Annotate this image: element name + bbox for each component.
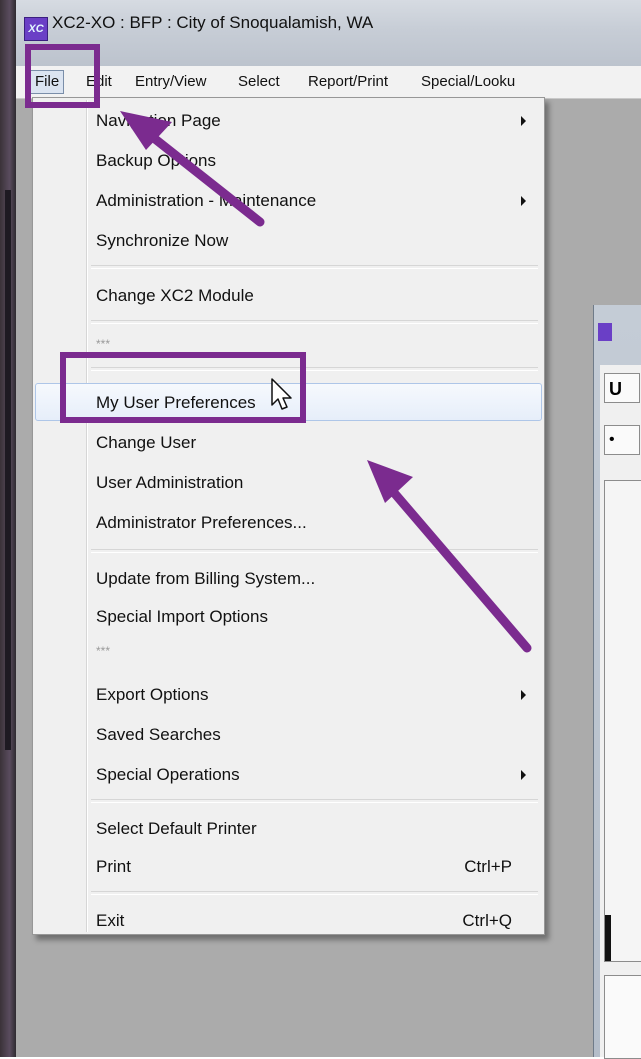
app-logo-icon: XC <box>24 17 48 41</box>
menu-separator <box>91 549 538 553</box>
menu-report-print[interactable]: Report/Print <box>308 73 388 90</box>
menu-item-update-from-billing[interactable]: Update from Billing System... <box>35 560 542 596</box>
menu-item-label: Backup Options <box>96 151 217 170</box>
menu-item-print[interactable]: Print Ctrl+P <box>35 848 542 884</box>
menu-item-label: Select Default Printer <box>96 819 257 838</box>
menu-separator <box>91 320 538 324</box>
menu-item-label: Synchronize Now <box>96 231 229 250</box>
menu-item-administrator-preferences[interactable]: Administrator Preferences... <box>35 504 542 540</box>
menu-item-user-administration[interactable]: User Administration <box>35 464 542 500</box>
menu-item-label: Change User <box>96 433 197 452</box>
menu-select[interactable]: Select <box>238 73 280 90</box>
menu-item-synchronize-now[interactable]: Synchronize Now <box>35 222 542 258</box>
menu-item-label: Change XC2 Module <box>96 286 254 305</box>
file-dropdown-menu: Navigation Page Backup Options Administr… <box>32 97 545 935</box>
menu-separator <box>91 891 538 895</box>
menu-item-label: Administrator Preferences... <box>96 513 307 532</box>
menu-item-change-user[interactable]: Change User <box>35 424 542 460</box>
background-window-frame <box>0 0 16 1057</box>
annotation-file-highlight <box>25 44 100 108</box>
child-list-panel[interactable] <box>604 480 641 962</box>
menu-item-label: Special Operations <box>96 765 240 784</box>
menu-separator <box>91 265 538 269</box>
mouse-cursor-icon <box>271 378 292 410</box>
title-bar[interactable]: XC XC2-XO : BFP : City of Snoqualamish, … <box>16 0 641 66</box>
menu-item-label: Saved Searches <box>96 725 221 744</box>
menu-item-label: Print <box>96 857 131 876</box>
menu-special-lookup[interactable]: Special/Looku <box>421 73 515 90</box>
submenu-arrow-icon <box>521 116 526 126</box>
menu-item-label: Special Import Options <box>96 607 268 626</box>
menu-item-administration-maintenance[interactable]: Administration - Maintenance <box>35 182 542 218</box>
menu-item-select-default-printer[interactable]: Select Default Printer <box>35 810 542 846</box>
child-lower-panel[interactable] <box>604 975 641 1059</box>
menu-item-label: Navigation Page <box>96 111 221 130</box>
menu-item-shortcut: Ctrl+Q <box>462 911 512 930</box>
menu-item-backup-options[interactable]: Backup Options <box>35 142 542 178</box>
menu-item-label: *** <box>96 644 111 658</box>
menu-item-label: Update from Billing System... <box>96 569 316 588</box>
child-window: U • <box>593 305 641 1059</box>
window-title: XC2-XO : BFP : City of Snoqualamish, WA <box>52 13 374 32</box>
menu-item-shortcut: Ctrl+P <box>464 857 512 876</box>
menu-bar: File Edit Entry/View Select Report/Print… <box>16 66 641 99</box>
child-dot-button[interactable]: • <box>604 425 640 455</box>
menu-item-label: User Administration <box>96 473 244 492</box>
menu-item-special-import-options[interactable]: Special Import Options <box>35 598 542 634</box>
menu-item-special-operations[interactable]: Special Operations <box>35 756 542 792</box>
child-window-body: U • <box>600 365 641 1059</box>
background-window-strip <box>5 190 11 750</box>
submenu-arrow-icon <box>521 770 526 780</box>
menu-separator <box>91 799 538 803</box>
menu-item-change-module[interactable]: Change XC2 Module <box>35 277 542 313</box>
menu-item-label: Exit <box>96 911 125 930</box>
menu-item-label: Export Options <box>96 685 209 704</box>
child-window-icon <box>598 323 612 341</box>
menu-item-saved-searches[interactable]: Saved Searches <box>35 716 542 752</box>
menu-item-navigation-page[interactable]: Navigation Page <box>35 102 542 138</box>
menu-item-label: Administration - Maintenance <box>96 191 317 210</box>
child-u-button[interactable]: U <box>604 373 640 403</box>
child-panel-marker <box>605 915 611 961</box>
menu-item-exit[interactable]: Exit Ctrl+Q <box>35 902 542 938</box>
menu-entry-view[interactable]: Entry/View <box>135 73 206 90</box>
menu-item-label: *** <box>96 337 111 351</box>
submenu-arrow-icon <box>521 196 526 206</box>
menu-item-export-options[interactable]: Export Options <box>35 676 542 712</box>
menu-item-stars[interactable]: *** <box>35 634 542 670</box>
submenu-arrow-icon <box>521 690 526 700</box>
